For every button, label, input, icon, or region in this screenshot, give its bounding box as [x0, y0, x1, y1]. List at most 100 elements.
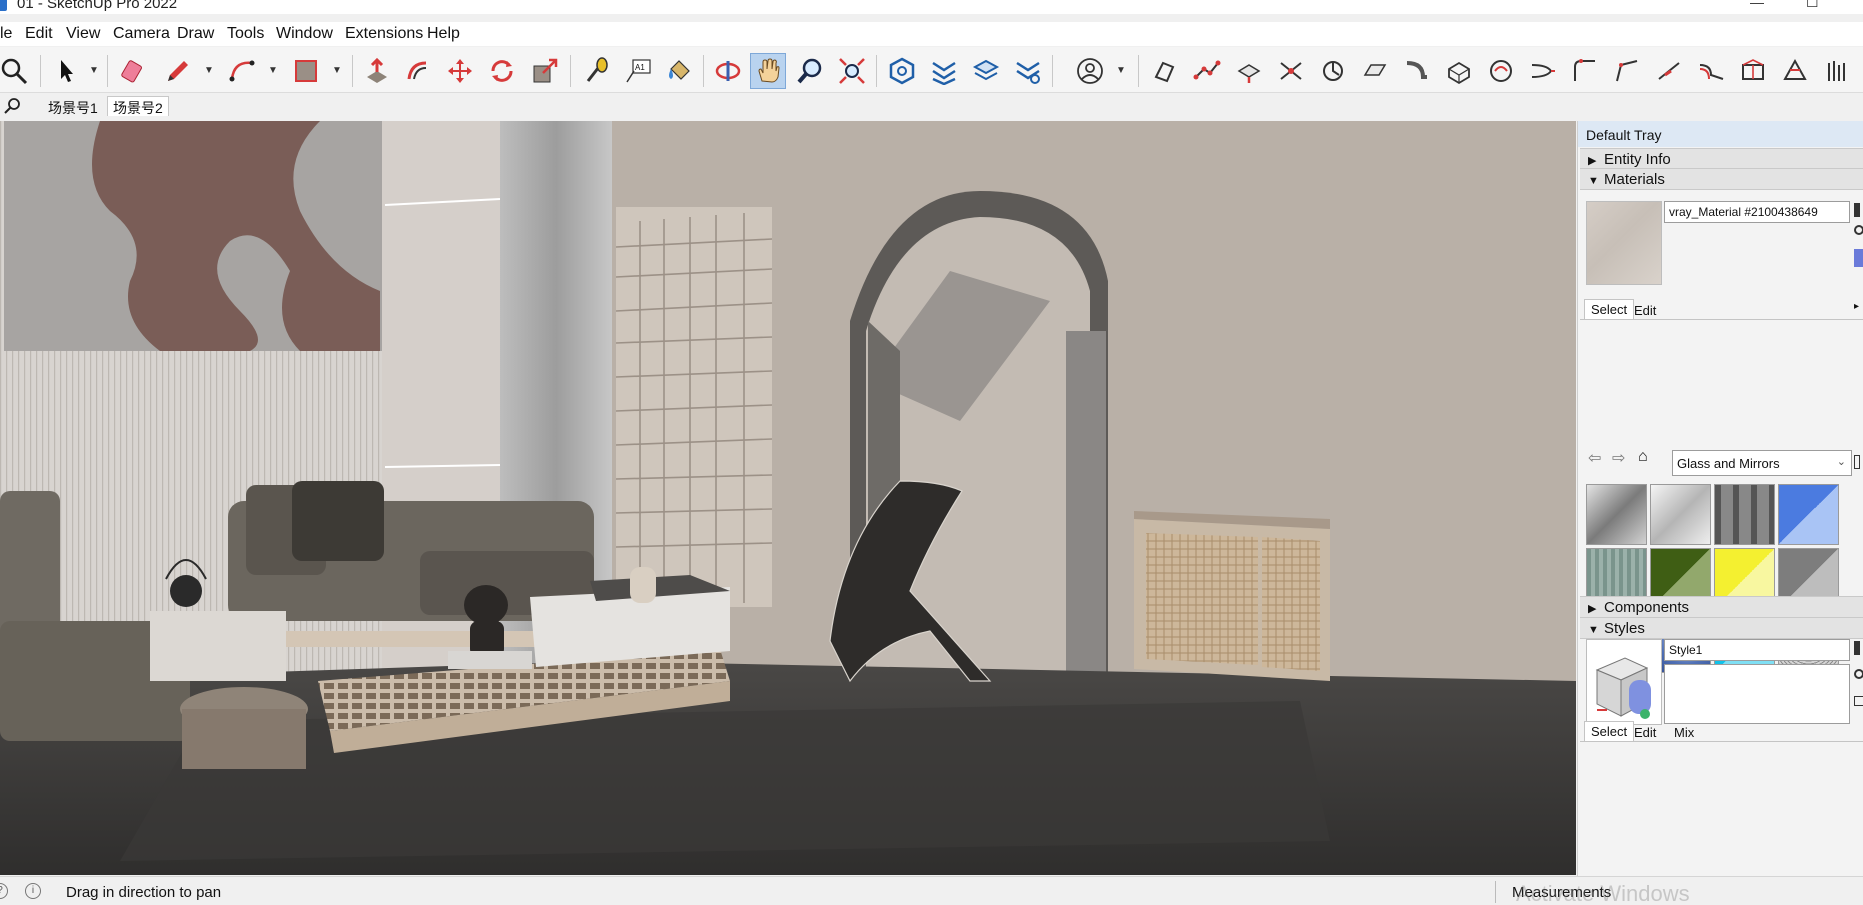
- details-arrow-icon[interactable]: ▸: [1854, 301, 1863, 317]
- select-arrow-icon[interactable]: [48, 53, 84, 89]
- material-swatch-3[interactable]: [1714, 484, 1775, 545]
- pan-hand-icon[interactable]: [750, 53, 786, 89]
- details-icon[interactable]: [1854, 455, 1860, 469]
- arc-icon[interactable]: [224, 53, 260, 89]
- materials-tab-edit[interactable]: Edit: [1628, 301, 1662, 321]
- extension-tool-13-icon[interactable]: [1651, 53, 1687, 89]
- materials-label: Materials: [1604, 171, 1665, 188]
- styles-tab-mix[interactable]: Mix: [1668, 723, 1700, 743]
- extension-tool-15-icon[interactable]: [1735, 53, 1771, 89]
- minimize-icon[interactable]: —: [1750, 0, 1764, 10]
- arc-dropdown-icon[interactable]: ▼: [268, 65, 278, 76]
- create-style-icon[interactable]: [1854, 641, 1860, 655]
- window-title: 01 - SketchUp Pro 2022: [17, 0, 178, 12]
- styles-tab-edit[interactable]: Edit: [1628, 723, 1662, 743]
- menu-edit[interactable]: Edit: [25, 25, 53, 43]
- extension-tool-11-icon[interactable]: [1567, 53, 1603, 89]
- extension-tool-14-icon[interactable]: [1693, 53, 1729, 89]
- 3d-warehouse-icon[interactable]: [884, 53, 920, 89]
- menu-window[interactable]: Window: [276, 25, 333, 43]
- styles-label: Styles: [1604, 620, 1645, 637]
- extension-tool-8-icon[interactable]: [1441, 53, 1477, 89]
- current-material-swatch[interactable]: [1586, 201, 1662, 285]
- display-secondary-icon[interactable]: [1854, 249, 1863, 267]
- home-icon[interactable]: ⌂: [1638, 448, 1648, 466]
- extension-tool-12-icon[interactable]: [1609, 53, 1645, 89]
- select-dropdown-icon[interactable]: ▼: [89, 65, 99, 76]
- geo-location-icon[interactable]: ?: [0, 883, 8, 899]
- extension-manager-icon[interactable]: [1010, 53, 1046, 89]
- rectangle-dropdown-icon[interactable]: ▼: [332, 65, 342, 76]
- entity-info-header[interactable]: ▶ Entity Info: [1580, 148, 1863, 170]
- rectangle-icon[interactable]: [288, 53, 324, 89]
- account-dropdown-icon[interactable]: ▼: [1116, 65, 1126, 76]
- material-swatch-1[interactable]: [1586, 484, 1647, 545]
- maximize-icon[interactable]: ☐: [1806, 0, 1819, 11]
- extension-tool-9-icon[interactable]: [1483, 53, 1519, 89]
- eraser-icon[interactable]: [115, 53, 151, 89]
- extension-tool-10-icon[interactable]: [1525, 53, 1561, 89]
- scene-tab-1[interactable]: 场景号1: [42, 96, 104, 116]
- info-icon[interactable]: i: [25, 883, 41, 899]
- style-name-field[interactable]: Style1: [1664, 639, 1850, 661]
- styles-header[interactable]: ▼ Styles: [1580, 617, 1863, 639]
- menu-camera[interactable]: Camera: [113, 25, 170, 43]
- menu-extensions[interactable]: Extensions: [345, 25, 423, 43]
- extension-tool-6-icon[interactable]: [1357, 53, 1393, 89]
- update-style-icon[interactable]: [1854, 669, 1863, 679]
- text-label-icon[interactable]: A1: [620, 53, 656, 89]
- extension-tool-17-icon[interactable]: [1819, 53, 1855, 89]
- sketchup-window: 01 - SketchUp Pro 2022 — ☐ le Edit View …: [0, 0, 1863, 905]
- style-description-field[interactable]: [1664, 664, 1850, 724]
- extension-tool-3-icon[interactable]: [1231, 53, 1267, 89]
- menu-draw[interactable]: Draw: [177, 25, 214, 43]
- account-icon[interactable]: [1072, 53, 1108, 89]
- back-arrow-icon[interactable]: ⇦: [1588, 448, 1601, 468]
- layout-icon[interactable]: [968, 53, 1004, 89]
- extension-warehouse-icon[interactable]: [926, 53, 962, 89]
- materials-header[interactable]: ▼ Materials: [1580, 168, 1863, 190]
- extension-tool-4-icon[interactable]: [1273, 53, 1309, 89]
- menu-view[interactable]: View: [66, 25, 100, 43]
- push-pull-icon[interactable]: [359, 53, 395, 89]
- menu-tools[interactable]: Tools: [227, 25, 264, 43]
- extension-tool-16-icon[interactable]: [1777, 53, 1813, 89]
- tape-measure-icon[interactable]: [578, 53, 614, 89]
- style-thumbnail[interactable]: [1586, 639, 1662, 725]
- rotate-icon[interactable]: [484, 53, 520, 89]
- zoom-icon[interactable]: [792, 53, 828, 89]
- material-swatch-4[interactable]: [1778, 484, 1839, 545]
- move-icon[interactable]: [442, 53, 478, 89]
- scene-tabs-bar: 场景号1 场景号2: [0, 94, 1575, 118]
- pencil-dropdown-icon[interactable]: ▼: [204, 65, 214, 76]
- extension-tool-5-icon[interactable]: [1315, 53, 1351, 89]
- material-library-select[interactable]: Glass and Mirrors ⌄: [1672, 450, 1852, 476]
- components-header[interactable]: ▶ Components: [1580, 596, 1863, 618]
- zoom-window-icon[interactable]: [0, 53, 32, 89]
- paint-bucket-icon[interactable]: [661, 53, 697, 89]
- offset-icon[interactable]: [400, 53, 436, 89]
- scene-render: [0, 121, 1576, 875]
- scale-icon[interactable]: [527, 53, 563, 89]
- sample-paint-icon[interactable]: [1854, 225, 1863, 235]
- menu-file[interactable]: le: [0, 25, 12, 43]
- material-swatch-2[interactable]: [1650, 484, 1711, 545]
- extension-tool-1-icon[interactable]: [1147, 53, 1183, 89]
- zoom-extents-icon[interactable]: [834, 53, 870, 89]
- material-description: [1664, 225, 1850, 281]
- style-options-icon[interactable]: [1854, 696, 1863, 706]
- menu-help[interactable]: Help: [427, 25, 460, 43]
- scene-tab-2[interactable]: 场景号2: [107, 96, 169, 116]
- orbit-icon[interactable]: [710, 53, 746, 89]
- pencil-icon[interactable]: [160, 53, 196, 89]
- extension-tool-7-icon[interactable]: [1399, 53, 1435, 89]
- materials-tab-select[interactable]: Select: [1584, 299, 1635, 319]
- model-viewport[interactable]: [0, 121, 1576, 875]
- scene-search-icon[interactable]: [3, 97, 21, 115]
- entity-info-label: Entity Info: [1604, 151, 1671, 168]
- styles-tab-select[interactable]: Select: [1584, 721, 1635, 741]
- material-name-field[interactable]: vray_Material #2100438649: [1664, 201, 1850, 223]
- create-material-icon[interactable]: [1854, 203, 1860, 217]
- forward-arrow-icon[interactable]: ⇨: [1612, 448, 1625, 468]
- extension-tool-2-icon[interactable]: [1189, 53, 1225, 89]
